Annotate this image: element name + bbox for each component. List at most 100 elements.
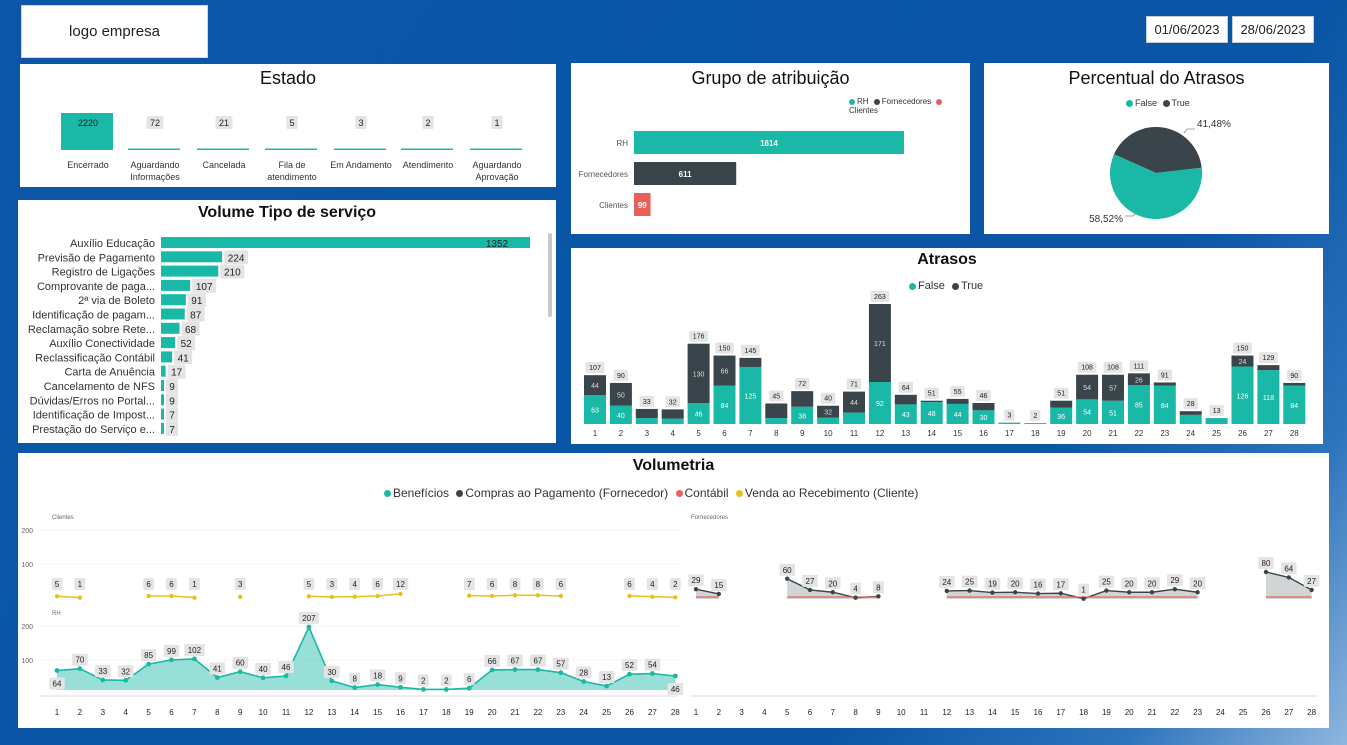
atrasos-label-true-2: 50 <box>617 392 625 399</box>
vol-clientes-point-6 <box>169 593 174 599</box>
vol-forn-point-1 <box>693 587 699 592</box>
vol-rh-value-18: 2 <box>444 676 449 685</box>
volume-value-12: 7 <box>169 411 175 422</box>
volume-bar-3 <box>161 279 191 291</box>
atrasos-tick-12: 12 <box>875 429 884 438</box>
vol-forn-value-6: 27 <box>806 577 815 586</box>
atrasos-tick-6: 6 <box>722 429 727 438</box>
grupo-cat-2: Clientes <box>599 201 628 210</box>
atrasos-label-false-27: 118 <box>1263 395 1274 402</box>
vol-rh-point-10 <box>260 675 266 681</box>
vol-forn-point-16 <box>1035 591 1041 596</box>
volume-cat-8: Reclassificação Contábil <box>35 352 155 364</box>
vol-rh-value-24: 28 <box>579 668 588 677</box>
atrasos-bar-false-11 <box>843 412 865 424</box>
vol-clientes-value-5: 6 <box>146 580 151 589</box>
atrasos-tick-22: 22 <box>1134 429 1143 438</box>
vol-xtick-left-15: 15 <box>373 708 382 717</box>
vol-clientes-line-0 <box>56 595 80 599</box>
vol-clientes-point-19 <box>467 593 472 598</box>
atrasos-bar-true-28 <box>1283 382 1306 386</box>
vol-rh-value-1: 64 <box>53 680 62 689</box>
vol-xtick-right-14: 14 <box>988 708 997 717</box>
vol-rh-value-26: 52 <box>625 661 634 670</box>
volume-value-4: 91 <box>191 296 203 307</box>
vol-clientes-value-12: 5 <box>307 580 312 589</box>
atrasos-total-2: 90 <box>617 373 625 380</box>
estado-value-5: 2 <box>425 118 430 128</box>
vol-forn-point-2 <box>716 591 721 597</box>
vol-forn-point-20 <box>1127 590 1132 595</box>
estado-value-4: 3 <box>358 118 363 128</box>
volume-bar-4 <box>161 294 186 306</box>
volume-bar-2 <box>161 265 219 277</box>
atrasos-total-10: 40 <box>824 396 832 403</box>
date-end-filter[interactable]: 28/06/2023 <box>1232 16 1314 43</box>
vol-forn-value-23: 20 <box>1193 579 1202 588</box>
vol-rh-value-21: 67 <box>511 657 520 666</box>
vol-rh-point-28 <box>672 673 678 679</box>
estado-label-1: Informações <box>130 172 180 182</box>
vol-xtick-right-10: 10 <box>897 708 906 717</box>
vol-xtick-left-21: 21 <box>511 708 520 717</box>
vol-xtick-right-6: 6 <box>808 708 813 717</box>
vol-xtick-right-5: 5 <box>785 708 790 717</box>
vol-xtick-left-2: 2 <box>78 708 83 717</box>
vol-clientes-value-20: 6 <box>490 580 495 589</box>
volume-cat-1: Previsão de Pagamento <box>38 252 155 264</box>
vol-fornecedores-label: Fornecedores <box>691 515 728 521</box>
vol-forn-value-8: 4 <box>853 585 858 594</box>
vol-forn-value-15: 20 <box>1011 579 1020 588</box>
atrasos-label-true-22: 26 <box>1135 377 1143 384</box>
atrasos-total-28: 90 <box>1290 373 1298 380</box>
vol-forn-point-27 <box>1286 575 1292 580</box>
vol-clientes-value-15: 6 <box>375 580 380 589</box>
vol-clientes-value-6: 6 <box>169 580 174 589</box>
atrasos-label-false-16: 30 <box>980 415 988 422</box>
atrasos-label-false-19: 36 <box>1057 414 1065 421</box>
atrasos-label-true-6: 66 <box>721 369 729 376</box>
volume-cat-4: 2ª via de Boleto <box>78 295 155 307</box>
vol-forn-value-14: 19 <box>988 580 997 589</box>
estado-bar-4 <box>334 148 386 150</box>
date-start-filter[interactable]: 01/06/2023 <box>1146 16 1228 43</box>
vol-rh-point-2 <box>77 666 83 672</box>
atrasos-tick-7: 7 <box>748 429 753 438</box>
volume-value-0: 1352 <box>486 239 509 250</box>
vol-xtick-right-16: 16 <box>1034 708 1043 717</box>
volume-bar-8 <box>161 351 173 363</box>
vol-clientes-value-22: 8 <box>536 580 541 589</box>
volume-cat-3: Comprovante de paga... <box>37 281 155 293</box>
vol-xtick-right-9: 9 <box>876 708 881 717</box>
vol-clientes-point-7 <box>192 595 197 600</box>
atrasos-label-true-26: 24 <box>1239 359 1247 366</box>
estado-value-2: 21 <box>219 118 229 128</box>
atrasos-tick-19: 19 <box>1057 429 1066 438</box>
vol-xtick-left-10: 10 <box>259 708 268 717</box>
vol-clientes-value-7: 1 <box>192 580 197 589</box>
vol-rh-value-23: 57 <box>556 660 565 669</box>
volume-scrollbar[interactable] <box>548 233 552 317</box>
atrasos-total-19: 51 <box>1057 391 1065 398</box>
volume-value-13: 7 <box>169 425 175 436</box>
vol-xtick-right-7: 7 <box>831 708 836 717</box>
volumetria-chart: ClientesRHFornecedores2001002001001 12 23 3… <box>21 515 1320 717</box>
estado-label-6: Aguardando <box>472 160 521 170</box>
atrasos-bar-true-9 <box>791 391 814 407</box>
vol-xtick-left-25: 25 <box>602 708 611 717</box>
vol-rh-point-14 <box>352 685 358 690</box>
atrasos-label-true-21: 57 <box>1109 386 1117 393</box>
atrasos-bar-true-23 <box>1153 382 1176 386</box>
atrasos-total-24: 28 <box>1187 401 1195 408</box>
estado-label-5: Atendimento <box>403 160 454 170</box>
estado-bar-3 <box>265 148 317 150</box>
vol-clientes-point-21 <box>512 593 518 598</box>
atrasos-total-20: 108 <box>1081 365 1093 372</box>
atrasos-tick-16: 16 <box>979 429 988 438</box>
atrasos-bar-false-17 <box>998 422 1021 424</box>
vol-xtick-right-20: 20 <box>1125 708 1134 717</box>
vol-forn-value-5: 60 <box>783 566 792 575</box>
estado-value-0: 2220 <box>78 118 98 128</box>
vol-clientes-value-1: 5 <box>55 580 60 589</box>
atrasos-tick-2: 2 <box>619 429 624 438</box>
